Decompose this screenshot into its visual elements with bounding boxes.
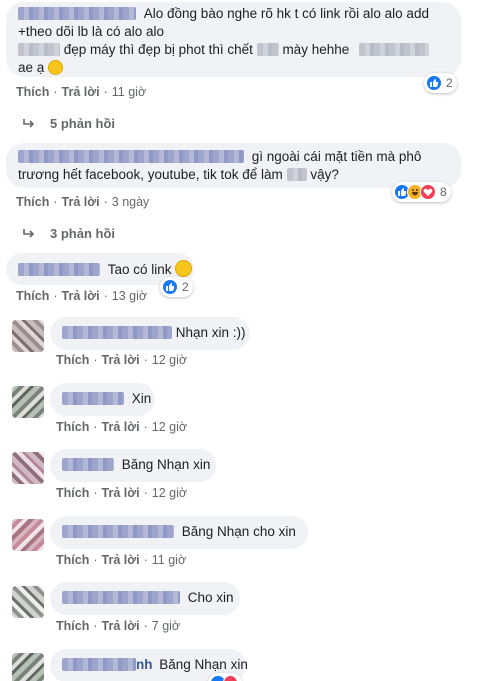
- avatar[interactable]: [12, 519, 44, 551]
- comment-text-line: đẹp máy thì đẹp bị phot thì chết: [63, 42, 253, 57]
- comment-bubble: Alo đồng bào nghe rõ hk t có link rồi al…: [6, 2, 461, 77]
- view-replies-link[interactable]: 5 phản hồi: [22, 116, 115, 131]
- blurred-author-name[interactable]: [62, 392, 124, 405]
- reply-actions: Thích · Trả lời · 12 giờ: [56, 420, 188, 434]
- blurred-author-name[interactable]: [18, 263, 100, 276]
- reply-time[interactable]: 12 giờ: [152, 420, 187, 434]
- heart-reaction-icon: [420, 184, 436, 200]
- avatar[interactable]: [12, 386, 44, 418]
- like-link[interactable]: Thích: [16, 85, 49, 99]
- reply-link[interactable]: Trả lời: [102, 420, 140, 434]
- reply-arrow-icon: [23, 228, 35, 238]
- smile-emoji-icon: [175, 260, 193, 277]
- reaction-summary[interactable]: 2: [424, 73, 457, 93]
- smile-emoji-icon: [48, 60, 64, 75]
- reply-bubble: Xin: [50, 383, 155, 416]
- heart-reaction-icon: [222, 675, 238, 681]
- like-link[interactable]: Thích: [56, 353, 89, 367]
- avatar[interactable]: [12, 586, 44, 618]
- like-link[interactable]: Thích: [56, 486, 89, 500]
- reply-actions: Thích · Trả lời · 12 giờ: [56, 353, 188, 367]
- reply-actions: Thích · Trả lời · 11 giờ: [56, 553, 187, 567]
- like-link[interactable]: Thích: [16, 289, 49, 303]
- reply-bubble: Băng Nhạn xin: [50, 449, 216, 482]
- blurred-text: [18, 43, 60, 56]
- comment-time[interactable]: 13 giờ: [112, 289, 147, 303]
- reply-link[interactable]: Trả lời: [62, 289, 100, 303]
- like-reaction-icon: [162, 279, 178, 295]
- like-link[interactable]: Thích: [56, 619, 89, 633]
- author-name-visible-part[interactable]: nh: [136, 657, 153, 672]
- reply-bubble: Băng Nhạn cho xin: [50, 516, 308, 549]
- comment-text-line: vậy?: [310, 167, 339, 182]
- reply-text: Băng Nhạn cho xin: [181, 524, 296, 539]
- reply-link[interactable]: Trả lời: [102, 353, 140, 367]
- comment-text-line: +theo dõi lb là có alo alo: [18, 24, 164, 39]
- comment-text-line: Alo đồng bào nghe rõ hk t có link rồi al…: [143, 6, 429, 21]
- reply-link[interactable]: Trả lời: [62, 85, 100, 99]
- reply-link[interactable]: Trả lời: [102, 619, 140, 633]
- avatar[interactable]: [12, 452, 44, 484]
- reply-text: Băng Nhạn xin: [121, 457, 211, 472]
- blurred-author-name[interactable]: [62, 326, 172, 339]
- blurred-author-name[interactable]: [62, 591, 180, 604]
- reply-text: Băng Nhạn xin: [159, 657, 248, 672]
- reaction-count: 2: [446, 76, 453, 90]
- comment-actions: Thích · Trả lời · 3 ngày: [16, 195, 150, 209]
- reply-text: Cho xin: [187, 590, 234, 605]
- reply-bubble: Cho xin: [50, 582, 240, 615]
- comment-actions: Thích · Trả lời · 13 giờ: [16, 289, 148, 303]
- blurred-author-name[interactable]: [62, 525, 174, 538]
- comment-time[interactable]: 11 giờ: [112, 85, 146, 99]
- reply-link[interactable]: Trả lời: [102, 553, 140, 567]
- reply-arrow-icon: [23, 118, 35, 128]
- reply-link[interactable]: Trả lời: [102, 486, 140, 500]
- blurred-text: [359, 43, 429, 56]
- reaction-count: 8: [440, 185, 447, 199]
- blurred-author-name[interactable]: [18, 7, 136, 20]
- reaction-summary[interactable]: [208, 673, 242, 681]
- comment-text-line: ae ạ: [18, 60, 45, 75]
- blurred-text: [286, 168, 307, 181]
- like-link[interactable]: Thích: [56, 420, 89, 434]
- reply-time[interactable]: 7 giờ: [152, 619, 180, 633]
- view-replies-link[interactable]: 3 phản hồi: [22, 226, 115, 241]
- comment-text-line: mày hehhe: [282, 42, 350, 57]
- like-reaction-icon: [426, 75, 442, 91]
- blurred-text: [256, 43, 279, 56]
- comment-text: Tao có link: [107, 262, 172, 277]
- like-link[interactable]: Thích: [56, 553, 89, 567]
- reply-actions: Thích · Trả lời · 12 giờ: [56, 486, 188, 500]
- like-link[interactable]: Thích: [16, 195, 49, 209]
- comment-text-line: gì ngoài cái mặt tiền mà phô: [251, 149, 422, 164]
- comment-actions: Thích · Trả lời · 11 giờ: [16, 85, 147, 99]
- avatar[interactable]: [12, 320, 44, 352]
- comment-time[interactable]: 3 ngày: [112, 195, 150, 209]
- reply-text: Nhạn xin :)): [175, 325, 246, 340]
- reply-actions: Thích · Trả lời · 7 giờ: [56, 619, 181, 633]
- replies-count-label: 5 phản hồi: [50, 116, 115, 131]
- comment-bubble: gì ngoài cái mặt tiền mà phô trương hết …: [6, 143, 461, 188]
- reaction-summary[interactable]: 8: [392, 182, 451, 202]
- blurred-author-name[interactable]: [62, 658, 136, 671]
- reply-bubble: Nhạn xin :)): [50, 317, 250, 350]
- reaction-summary[interactable]: 2: [160, 277, 193, 297]
- blurred-author-name[interactable]: [18, 150, 244, 163]
- replies-count-label: 3 phản hồi: [50, 226, 115, 241]
- reply-time[interactable]: 12 giờ: [152, 353, 187, 367]
- reply-time[interactable]: 12 giờ: [152, 486, 187, 500]
- blurred-author-name[interactable]: [62, 458, 114, 471]
- reply-time[interactable]: 11 giờ: [152, 553, 186, 567]
- reply-text: Xin: [131, 391, 152, 406]
- comment-text-line: trương hết facebook, youtube, tik tok để…: [18, 167, 283, 182]
- avatar[interactable]: [12, 653, 44, 681]
- reaction-count: 2: [182, 280, 189, 294]
- reply-link[interactable]: Trả lời: [62, 195, 100, 209]
